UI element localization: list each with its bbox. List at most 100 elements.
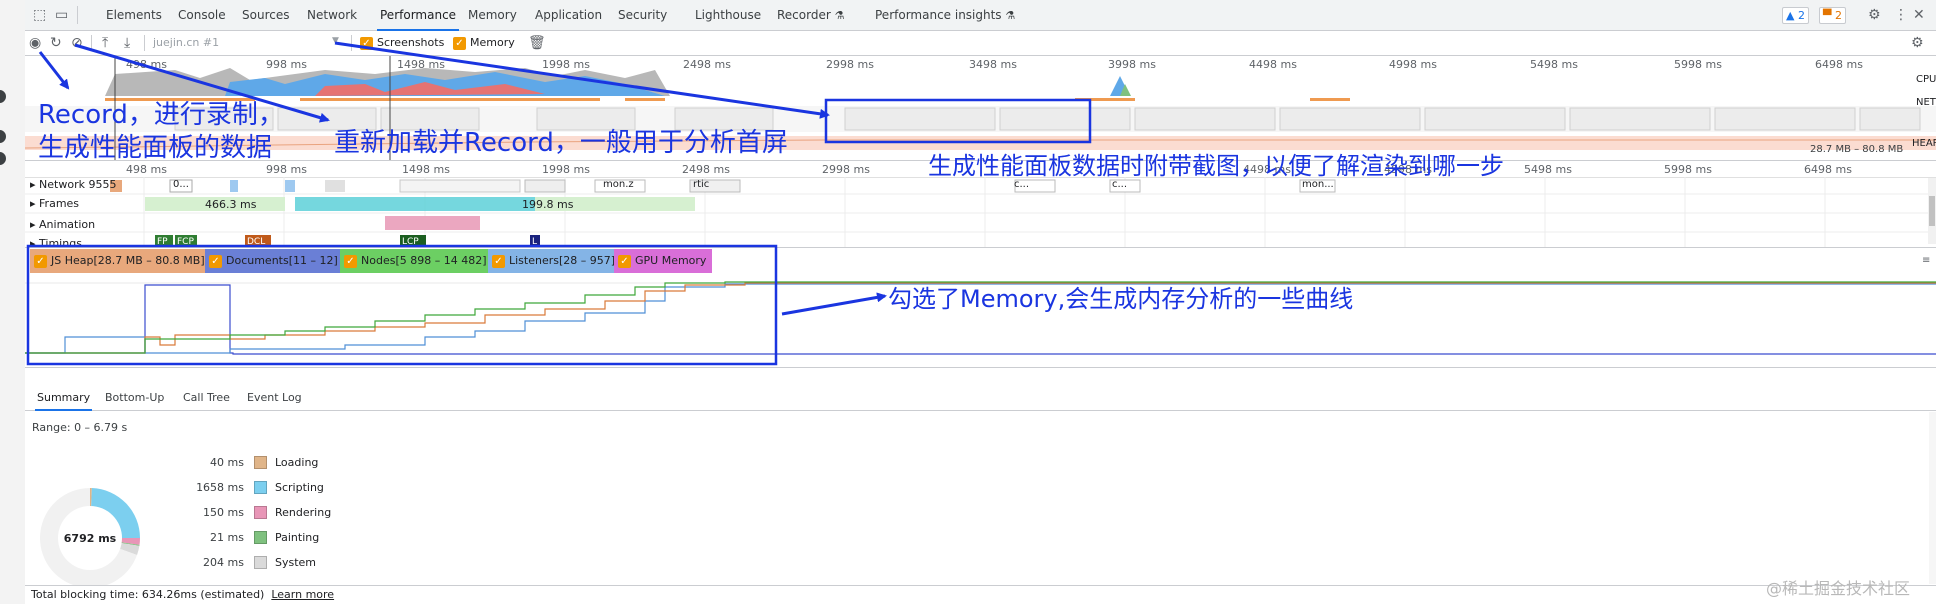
- timing-marker-l: L: [532, 237, 538, 247]
- screenshot-filmstrip[interactable]: [25, 106, 1936, 132]
- legend-swatch: [254, 456, 267, 469]
- main-tick: 5498 ms: [1524, 163, 1572, 176]
- overview-tick: 3998 ms: [1108, 58, 1156, 71]
- issues-count: 2: [1797, 9, 1805, 22]
- legend-row-loading: 40 ms Loading: [176, 455, 336, 471]
- frame-duration: 466.3 ms: [205, 198, 257, 211]
- tab-performance[interactable]: Performance: [377, 0, 460, 31]
- summary-footer: Total blocking time: 634.26ms (estimated…: [25, 585, 1936, 604]
- profile-select[interactable]: juejin.cn #1: [153, 36, 219, 49]
- network-track-toggle[interactable]: ▸ Network 9555: [30, 178, 116, 191]
- checkbox-checked-icon: ✓: [34, 254, 47, 268]
- counter-gpu-memory[interactable]: ✓ GPU Memory: [614, 249, 713, 273]
- garbage-collect-icon[interactable]: 🗑: [528, 36, 546, 50]
- counter-label: Documents[11 – 12]: [226, 254, 338, 267]
- counter-listeners[interactable]: ✓ Listeners[28 – 957]: [488, 249, 622, 273]
- counter-js-heap[interactable]: ✓ JS Heap[28.7 MB – 80.8 MB]: [30, 249, 211, 273]
- main-tick: 998 ms: [266, 163, 307, 176]
- overview-tick: 5498 ms: [1530, 58, 1578, 71]
- checkbox-checked-icon: ✓: [360, 37, 373, 50]
- animation-track-toggle[interactable]: ▸ Animation: [30, 218, 95, 231]
- tab-application[interactable]: Application: [535, 0, 602, 31]
- tab-summary[interactable]: Summary: [35, 385, 93, 411]
- settings-gear-icon[interactable]: ⚙: [1868, 8, 1881, 22]
- main-tick: 1998 ms: [542, 163, 590, 176]
- overview-tick: 6498 ms: [1815, 58, 1863, 71]
- issues-badge[interactable]: ▲ 2: [1782, 7, 1809, 24]
- flask-icon: ⚗: [834, 9, 845, 22]
- timeline-overview[interactable]: [25, 56, 1936, 160]
- heap-range: 28.7 MB – 80.8 MB: [1810, 144, 1904, 155]
- timing-marker-lcp: LCP: [402, 237, 419, 247]
- reload-record-icon[interactable]: ↻: [50, 36, 62, 50]
- annotation-record-line1: Record，进行录制，: [38, 100, 284, 130]
- overview-tick: 5998 ms: [1674, 58, 1722, 71]
- tab-network[interactable]: Network: [307, 0, 357, 31]
- tab-memory[interactable]: Memory: [468, 0, 517, 31]
- legend-label: Rendering: [275, 506, 332, 519]
- devtools-tabbar: ⬚ ▭ Elements Console Sources Network Per…: [25, 0, 1936, 31]
- memory-label[interactable]: Memory: [470, 36, 515, 49]
- close-icon[interactable]: ✕: [1913, 8, 1925, 22]
- capture-settings-icon[interactable]: ⚙: [1911, 36, 1924, 50]
- tab-sources[interactable]: Sources: [242, 0, 289, 31]
- legend-label: Loading: [275, 456, 319, 469]
- counter-label: JS Heap[28.7 MB – 80.8 MB]: [51, 254, 205, 267]
- checkbox-checked-icon: ✓: [344, 254, 357, 268]
- learn-more-link[interactable]: Learn more: [271, 588, 334, 601]
- screenshots-label[interactable]: Screenshots: [377, 36, 444, 49]
- legend-label: Painting: [275, 531, 320, 544]
- counter-documents[interactable]: ✓ Documents[11 – 12]: [205, 249, 344, 273]
- main-tick: 6498 ms: [1804, 163, 1852, 176]
- warnings-badge[interactable]: ▀ 2: [1819, 7, 1846, 24]
- tab-bottom-up[interactable]: Bottom-Up: [105, 385, 164, 411]
- save-profile-icon[interactable]: ⤓: [124, 36, 130, 50]
- cpu-label: CPU: [1916, 74, 1936, 85]
- tab-lighthouse[interactable]: Lighthouse: [695, 0, 761, 31]
- side-dot-icon: [0, 90, 6, 103]
- clear-icon[interactable]: ⊘: [71, 36, 83, 50]
- tab-elements[interactable]: Elements: [106, 0, 162, 31]
- counter-label: GPU Memory: [635, 254, 707, 267]
- load-profile-icon[interactable]: ⤒: [102, 36, 108, 50]
- summary-scrollbar[interactable]: [1929, 412, 1936, 584]
- tab-call-tree[interactable]: Call Tree: [183, 385, 230, 411]
- counter-label: Nodes[5 898 – 14 482]: [361, 254, 487, 267]
- tab-security[interactable]: Security: [618, 0, 667, 31]
- inspect-element-icon[interactable]: ⬚: [33, 8, 46, 22]
- tab-console[interactable]: Console: [178, 0, 226, 31]
- legend-row-system: 204 ms System: [176, 555, 336, 571]
- scrollbar-thumb[interactable]: [1929, 196, 1935, 226]
- tracks-flamechart[interactable]: [25, 177, 1936, 247]
- overview-tick: 998 ms: [266, 58, 307, 71]
- chevron-down-icon[interactable]: ▼: [332, 36, 339, 46]
- main-tick: 5998 ms: [1664, 163, 1712, 176]
- timings-track-toggle[interactable]: ▸ Timings: [30, 239, 82, 247]
- device-toolbar-icon[interactable]: ▭: [55, 8, 68, 22]
- legend-label: Scripting: [275, 481, 324, 494]
- legend-value: 21 ms: [210, 531, 244, 544]
- counter-nodes[interactable]: ✓ Nodes[5 898 – 14 482]: [340, 249, 493, 273]
- overview-tick: 3498 ms: [969, 58, 1017, 71]
- drag-handle-icon[interactable]: ≡: [1922, 254, 1930, 268]
- overview-tick: 2498 ms: [683, 58, 731, 71]
- screenshots-checkbox[interactable]: ✓: [360, 36, 373, 50]
- warnings-count: 2: [1834, 9, 1842, 22]
- tab-recorder[interactable]: Recorder ⚗: [777, 0, 844, 31]
- tab-performance-insights[interactable]: Performance insights ⚗: [875, 0, 1015, 31]
- legend-row-rendering: 150 ms Rendering: [176, 505, 336, 521]
- legend-label: System: [275, 556, 317, 569]
- overview-tick: 4998 ms: [1389, 58, 1437, 71]
- bottom-splitter[interactable]: [25, 367, 1936, 385]
- frames-track-toggle[interactable]: ▸ Frames: [30, 197, 79, 210]
- main-tick: 498 ms: [126, 163, 167, 176]
- record-icon[interactable]: ◉: [29, 36, 41, 50]
- animation-track-label: Animation: [39, 218, 96, 231]
- side-dot-icon: [0, 130, 6, 143]
- total-blocking-time: Total blocking time: 634.26ms (estimated…: [31, 588, 265, 601]
- tab-event-log[interactable]: Event Log: [247, 385, 302, 411]
- memory-checkbox[interactable]: ✓: [453, 36, 466, 50]
- tracks-scrollbar[interactable]: [1928, 178, 1936, 244]
- checkbox-checked-icon: ✓: [618, 254, 631, 268]
- more-options-icon[interactable]: ⋮: [1894, 8, 1908, 22]
